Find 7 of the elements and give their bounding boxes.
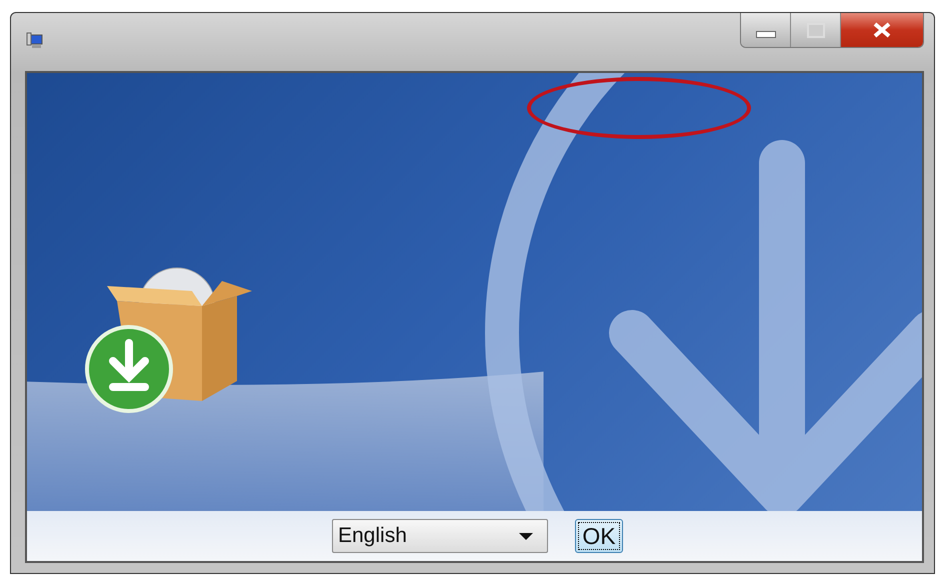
- close-button[interactable]: [841, 13, 923, 47]
- minimize-button[interactable]: [741, 13, 791, 47]
- computer-icon: [25, 31, 45, 51]
- close-icon: [871, 22, 893, 38]
- ok-button[interactable]: OK: [575, 519, 623, 553]
- caret-icon: [519, 532, 533, 540]
- language-dropdown[interactable]: English: [332, 519, 548, 553]
